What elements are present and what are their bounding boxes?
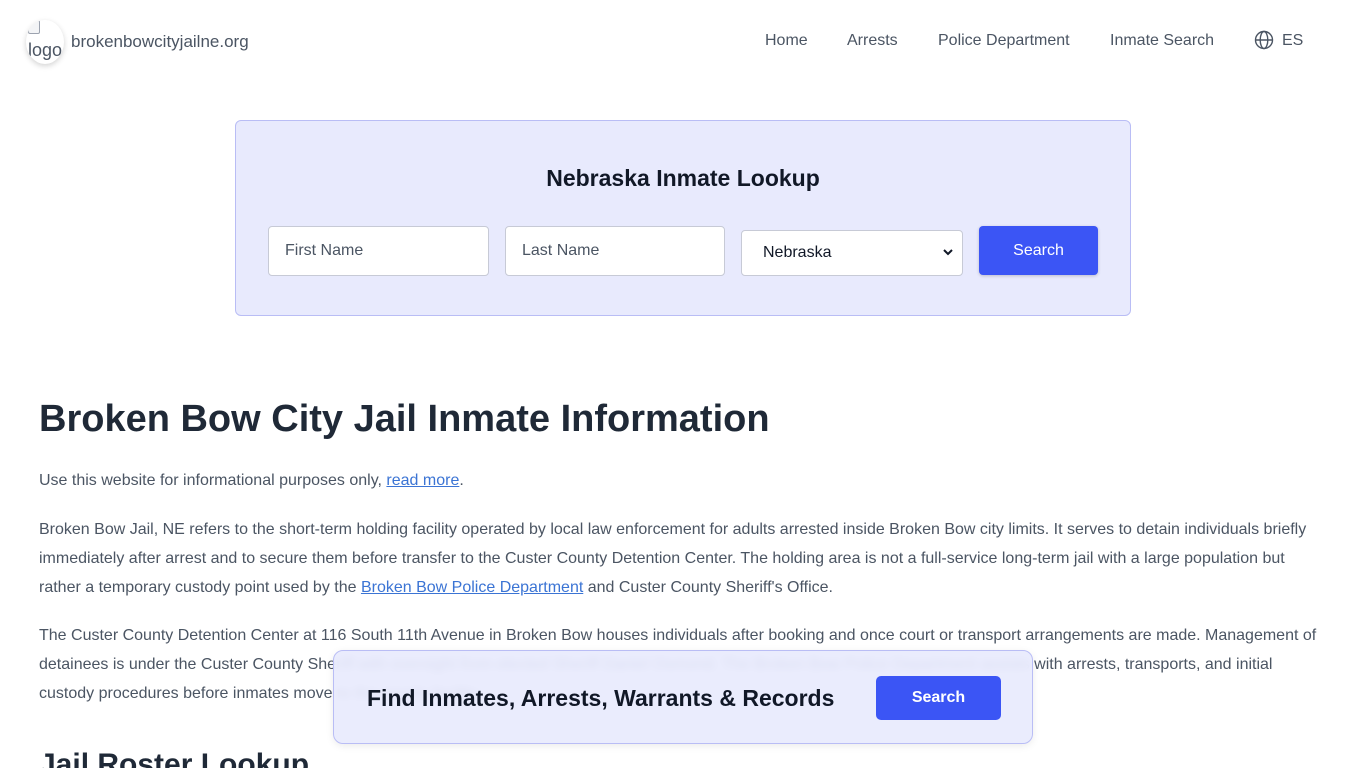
- intro-end: .: [459, 472, 464, 489]
- logo-alt-text: logo: [28, 40, 63, 60]
- first-name-input[interactable]: [268, 226, 489, 276]
- intro-paragraph: Use this website for informational purpo…: [39, 467, 1329, 496]
- state-select-value: Nebraska: [763, 244, 832, 261]
- site-name-link[interactable]: brokenbowcityjailne.org: [71, 32, 249, 52]
- page-title: Broken Bow City Jail Inmate Information: [39, 398, 770, 440]
- floating-search-bar: Find Inmates, Arrests, Warrants & Record…: [333, 650, 1033, 744]
- floating-bar-text: Find Inmates, Arrests, Warrants & Record…: [367, 685, 835, 711]
- globe-icon[interactable]: [1254, 30, 1274, 50]
- site-header: logo brokenbowcityjailne.org Home Arrest…: [0, 0, 1366, 84]
- language-switch-link[interactable]: ES: [1282, 32, 1303, 50]
- state-select[interactable]: Nebraska: [741, 230, 963, 276]
- nav-police-department[interactable]: Police Department: [938, 32, 1070, 50]
- floating-search-button[interactable]: Search: [876, 676, 1001, 720]
- search-card-title: Nebraska Inmate Lookup: [546, 165, 820, 191]
- police-department-link[interactable]: Broken Bow Police Department: [361, 579, 583, 596]
- inmate-search-card: Nebraska Inmate Lookup Nebraska Search: [235, 120, 1131, 316]
- nav-home[interactable]: Home: [765, 32, 808, 50]
- last-name-input[interactable]: [505, 226, 725, 276]
- nav-inmate-search[interactable]: Inmate Search: [1110, 32, 1214, 50]
- paragraph-text: and Custer County Sheriff's Office.: [583, 578, 833, 596]
- nav-arrests[interactable]: Arrests: [847, 32, 898, 50]
- intro-text: Use this website for informational purpo…: [39, 472, 387, 489]
- search-button[interactable]: Search: [979, 226, 1098, 275]
- section-title-jail-roster: Jail Roster Lookup: [39, 748, 310, 768]
- read-more-link[interactable]: read more: [386, 472, 459, 489]
- site-logo[interactable]: logo: [26, 20, 64, 64]
- paragraph-jail-overview: Broken Bow Jail, NE refers to the short-…: [39, 516, 1329, 602]
- chevron-down-icon: [943, 249, 953, 256]
- broken-image-icon: [28, 20, 40, 34]
